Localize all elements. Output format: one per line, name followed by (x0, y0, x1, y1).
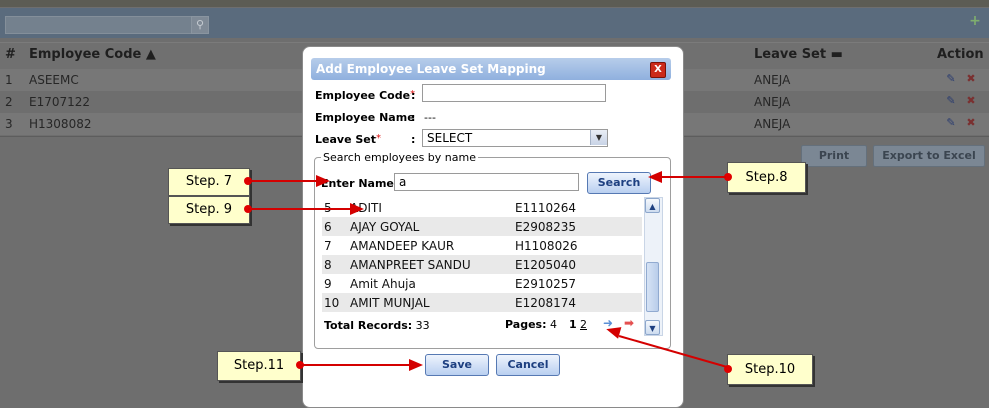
colon: : (411, 89, 416, 102)
arrow-head (409, 359, 423, 371)
arrow-head (350, 203, 364, 215)
print-button[interactable]: Print (801, 145, 867, 167)
cancel-button[interactable]: Cancel (496, 354, 560, 376)
row-num: 3 (5, 117, 13, 131)
grid-search-input[interactable] (5, 16, 195, 34)
close-icon[interactable]: X (650, 62, 666, 78)
employee-code-label: Employee Code* (315, 89, 416, 102)
row-num: 2 (5, 95, 13, 109)
page-1[interactable]: 1 (569, 318, 577, 331)
delete-icon[interactable]: ✖ (965, 95, 977, 107)
search-icon[interactable]: ⚲ (191, 16, 209, 34)
arrow-line (248, 208, 352, 210)
export-excel-button[interactable]: Export to Excel (873, 145, 985, 167)
row-leave-set: ANEJA (754, 73, 791, 87)
list-item-code: H1108026 (515, 239, 578, 253)
scroll-up-icon[interactable]: ▲ (645, 198, 660, 213)
list-item-name: Amit Ahuja (350, 277, 416, 291)
arrow-head (316, 175, 330, 187)
list-item[interactable]: 5 ADITI E1110264 (322, 198, 642, 217)
search-button[interactable]: Search (587, 172, 651, 194)
last-page-icon[interactable]: ➡ (624, 316, 634, 330)
scrollbar-thumb[interactable] (646, 262, 659, 312)
row-employee-code: E1707122 (29, 95, 91, 109)
list-item-num: 6 (324, 220, 332, 234)
top-bar (0, 0, 989, 7)
delete-icon[interactable]: ✖ (965, 117, 977, 129)
row-leave-set: ANEJA (754, 95, 791, 109)
results-list: 5 ADITI E1110264 6 AJAY GOYAL E2908235 7… (322, 198, 642, 312)
modal-title: Add Employee Leave Set Mapping (316, 62, 546, 76)
list-item-num: 8 (324, 258, 332, 272)
list-item[interactable]: 6 AJAY GOYAL E2908235 (322, 217, 642, 236)
leave-set-label: Leave Set* (315, 133, 381, 146)
list-item[interactable]: 7 AMANDEEP KAUR H1108026 (322, 236, 642, 255)
edit-icon[interactable]: ✎ (945, 117, 957, 129)
list-item-code: E2908235 (515, 220, 577, 234)
header-num: # (5, 47, 16, 62)
row-leave-set: ANEJA (754, 117, 791, 131)
callout-step-8: Step.8 (727, 162, 806, 193)
scroll-down-icon[interactable]: ▼ (645, 320, 660, 335)
colon: : (411, 133, 416, 146)
list-item-code: E1205040 (515, 258, 577, 272)
colon: : (411, 111, 416, 124)
employee-name-value: --- (424, 111, 436, 124)
search-group-legend: Search employees by name (321, 151, 478, 164)
employee-name-label: Employee Name (315, 111, 415, 124)
callout-step-10: Step.10 (727, 354, 813, 385)
pages-count: Pages: 4 (505, 318, 557, 331)
list-item-num: 9 (324, 277, 332, 291)
list-item-code: E1110264 (515, 201, 577, 215)
list-item[interactable]: 8 AMANPREET SANDU E1205040 (322, 255, 642, 274)
total-records: Total Records: 33 (324, 319, 430, 332)
callout-step-7: Step. 7 (168, 168, 250, 196)
chevron-down-icon[interactable]: ▼ (590, 130, 607, 145)
list-item-code: E2910257 (515, 277, 577, 291)
list-item-name: AJAY GOYAL (350, 220, 420, 234)
list-item-code: E1208174 (515, 296, 577, 310)
callout-step-9: Step. 9 (168, 196, 250, 224)
edit-icon[interactable]: ✎ (945, 95, 957, 107)
list-item-name: AMANDEEP KAUR (350, 239, 455, 253)
delete-icon[interactable]: ✖ (965, 73, 977, 85)
arrow-line (248, 180, 318, 182)
arrow-line (300, 364, 412, 366)
header-employee-code[interactable]: Employee Code ▲ (29, 47, 156, 62)
row-employee-code: ASEEMC (29, 73, 79, 87)
employee-code-input[interactable] (422, 84, 606, 102)
leave-set-selected-value: SELECT (427, 131, 473, 145)
edit-icon[interactable]: ✎ (945, 73, 957, 85)
list-item-name: AMIT MUNJAL (350, 296, 430, 310)
save-button[interactable]: Save (425, 354, 489, 376)
page-2-link[interactable]: 2 (580, 318, 587, 331)
enter-name-input[interactable] (394, 173, 579, 191)
arrow-head (648, 171, 662, 183)
enter-name-label: Enter Name : (321, 177, 403, 190)
add-icon[interactable]: + (967, 13, 983, 29)
row-num: 1 (5, 73, 13, 87)
header-leave-set[interactable]: Leave Set ▬ (754, 47, 843, 62)
list-item[interactable]: 10 AMIT MUNJAL E1208174 (322, 293, 642, 312)
row-employee-code: H1308082 (29, 117, 92, 131)
arrow-line (660, 176, 726, 178)
list-item-num: 7 (324, 239, 332, 253)
list-item[interactable]: 9 Amit Ahuja E2910257 (322, 274, 642, 293)
list-item-num: 10 (324, 296, 340, 310)
header-action: Action (937, 47, 984, 62)
callout-step-11: Step.11 (217, 351, 301, 381)
list-item-name: AMANPREET SANDU (350, 258, 471, 272)
